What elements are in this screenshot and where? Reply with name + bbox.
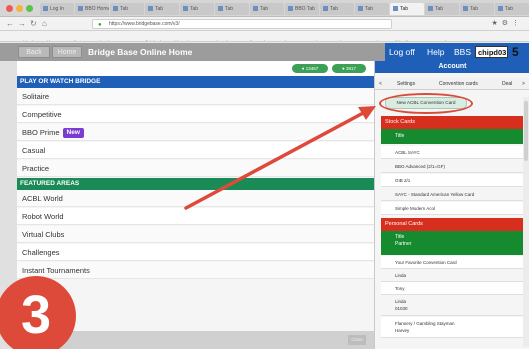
arrow-shaft [184,110,367,210]
screenshot-frame: Log In BBO Home Tab Tab Tab Tab Tab BBO Tab Tab T… [0,0,529,349]
annotation-arrow [184,106,376,210]
